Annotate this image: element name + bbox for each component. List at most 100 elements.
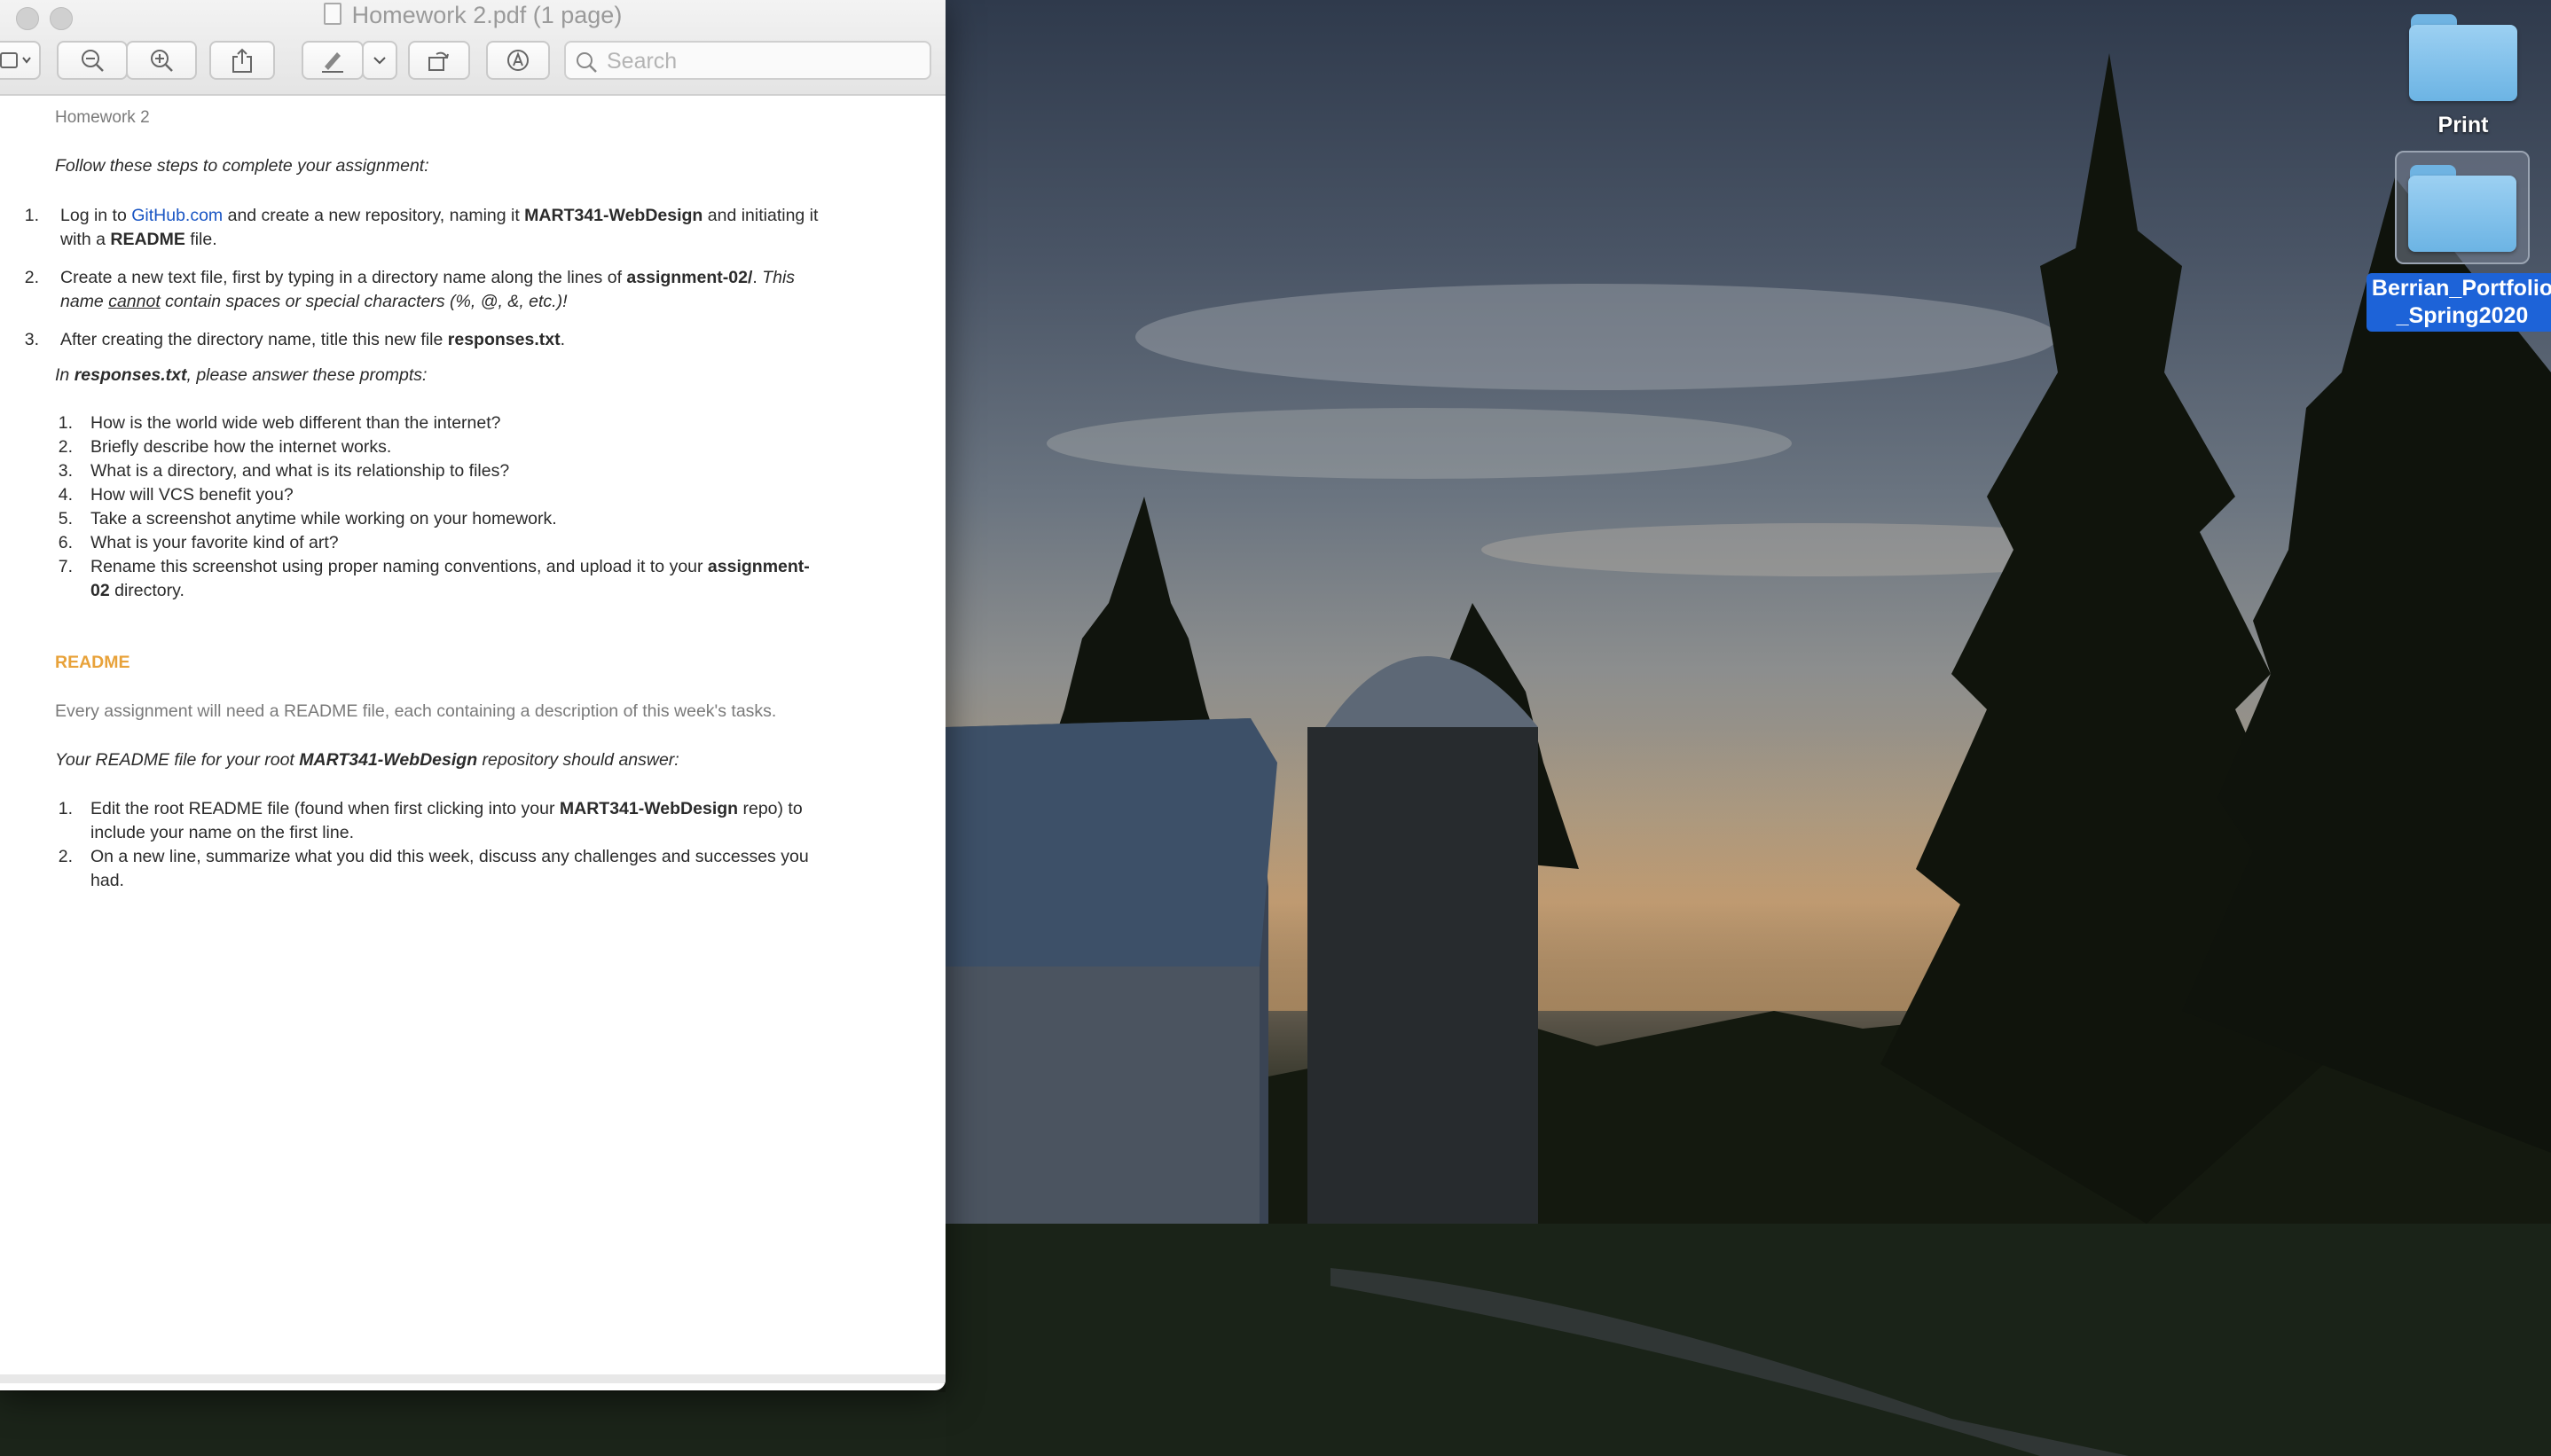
prompts-intro-text: In xyxy=(55,365,75,385)
prompt-number: 4. xyxy=(58,485,73,505)
prompt-number: 5. xyxy=(58,509,73,528)
step-number: 1. xyxy=(24,206,39,225)
share-button[interactable] xyxy=(209,41,275,80)
readme-item: On a new line, summarize what you did th… xyxy=(90,847,809,866)
step-2-line-1: Create a new text file, first by typing … xyxy=(60,268,795,288)
prompt-number: 6. xyxy=(58,533,73,552)
step-1-line-2: with a README file. xyxy=(60,230,217,250)
prompt-item: What is your favorite kind of art? xyxy=(90,533,339,552)
desktop-folder-label-line1: Berrian_Portfolio xyxy=(2371,276,2551,301)
preview-window: Homework 2.pdf (1 page) Search Homework … xyxy=(0,0,946,1390)
rotate-button[interactable] xyxy=(408,41,470,80)
step-number: 3. xyxy=(24,330,39,349)
prompt-text: Rename this screenshot using proper nami… xyxy=(90,557,708,576)
desktop-folder-print[interactable]: Print xyxy=(2397,11,2530,139)
github-link[interactable]: GitHub.com xyxy=(131,206,223,225)
step-text: with a xyxy=(60,230,111,249)
desktop-folder-label-line2: _Spring2020 xyxy=(2396,303,2529,328)
repo-name: MART341-WebDesign xyxy=(524,206,703,225)
readme-item-continued: had. xyxy=(90,871,124,890)
prompt-item-continued: 02 directory. xyxy=(90,581,184,601)
window-title: Homework 2.pdf (1 page) xyxy=(0,2,946,29)
underlined-word: cannot xyxy=(108,292,161,311)
search-field[interactable] xyxy=(564,41,931,80)
step-number: 2. xyxy=(24,268,39,287)
step-text: After creating the directory name, title… xyxy=(60,330,448,349)
desktop-folder-berrian-portfolio[interactable]: Berrian_Portfolio _Spring2020 xyxy=(2354,151,2551,332)
pdf-page: Homework 2 Follow these steps to complet… xyxy=(0,96,946,1383)
folder-selection-highlight xyxy=(2395,151,2530,264)
step-text: name xyxy=(60,292,109,311)
readme-heading: README xyxy=(55,653,130,672)
directory-name: 02 xyxy=(90,581,110,600)
search-input[interactable] xyxy=(605,46,919,76)
readme-bold: README xyxy=(110,230,185,249)
repo-name: MART341-WebDesign xyxy=(299,750,478,770)
prompt-item: What is a directory, and what is its rel… xyxy=(90,461,510,481)
step-text: contain spaces or special characters (%,… xyxy=(160,292,568,311)
file-name: responses.txt xyxy=(447,330,561,349)
pdf-document-icon xyxy=(323,3,341,25)
readme-item-text: Edit the root README file (found when fi… xyxy=(90,799,560,818)
pen-icon xyxy=(322,52,343,73)
document-header: Homework 2 xyxy=(55,108,150,127)
readme-item-continued: include your name on the first line. xyxy=(90,823,354,842)
prompt-number: 7. xyxy=(58,557,73,576)
prompt-text: directory. xyxy=(109,581,184,600)
prompt-number: 2. xyxy=(58,437,73,457)
search-icon xyxy=(577,52,597,73)
zoom-out-icon xyxy=(82,50,104,72)
zoom-out-button[interactable] xyxy=(57,41,128,80)
file-name: responses.txt xyxy=(74,365,187,385)
step-text: This xyxy=(762,268,796,287)
desktop-folder-label: Berrian_Portfolio _Spring2020 xyxy=(2366,273,2551,332)
window-toolbar: Homework 2.pdf (1 page) xyxy=(0,0,946,96)
step-text: file. xyxy=(184,230,217,249)
readme-item-number: 1. xyxy=(58,799,73,818)
folder-icon xyxy=(2405,161,2520,254)
readme-intro-text: repository should answer: xyxy=(477,750,679,770)
prompt-item: Briefly describe how the internet works. xyxy=(90,437,392,457)
zoom-in-button[interactable] xyxy=(126,41,197,80)
step-2-line-2: name cannot contain spaces or special ch… xyxy=(60,292,568,312)
markup-options-dropdown[interactable] xyxy=(362,41,397,80)
step-text: and create a new repository, naming it xyxy=(223,206,525,225)
prompt-number: 3. xyxy=(58,461,73,481)
step-3-line-1: After creating the directory name, title… xyxy=(60,330,565,350)
prompts-intro: In responses.txt, please answer these pr… xyxy=(55,365,427,386)
sidebar-view-button[interactable] xyxy=(0,41,41,80)
zoom-in-icon xyxy=(151,50,173,72)
document-intro: Follow these steps to complete your assi… xyxy=(55,156,429,176)
prompt-item: How is the world wide web different than… xyxy=(90,413,501,433)
readme-intro: Your README file for your root MART341-W… xyxy=(55,750,679,771)
window-title-text: Homework 2.pdf (1 page) xyxy=(351,2,623,28)
step-text: . xyxy=(560,330,566,349)
rotate-icon xyxy=(428,51,449,71)
step-1-line-1: Log in to GitHub.com and create a new re… xyxy=(60,206,818,226)
readme-description: Every assignment will need a README file… xyxy=(55,701,777,721)
step-text: Create a new text file, first by typing … xyxy=(60,268,627,287)
prompt-item: How will VCS benefit you? xyxy=(90,485,294,505)
prompt-item: Take a screenshot anytime while working … xyxy=(90,509,557,528)
directory-name: assignment-02/ xyxy=(626,268,753,287)
folder-icon xyxy=(2406,11,2521,103)
directory-name: assignment- xyxy=(707,557,810,576)
step-text: Log in to xyxy=(60,206,132,225)
readme-item: Edit the root README file (found when fi… xyxy=(90,799,803,819)
desktop-folder-label: Print xyxy=(2437,113,2489,137)
prompt-number: 1. xyxy=(58,413,73,433)
readme-intro-text: Your README file for your root xyxy=(55,750,300,770)
chevron-down-icon xyxy=(373,57,386,65)
annotate-icon xyxy=(507,50,529,71)
markup-pen-button[interactable] xyxy=(302,41,364,80)
markup-toolbar-button[interactable] xyxy=(486,41,550,80)
sidebar-toggle-icon xyxy=(0,52,31,68)
horizontal-scrollbar[interactable] xyxy=(0,1374,946,1383)
prompt-item: Rename this screenshot using proper nami… xyxy=(90,557,810,577)
prompts-intro-text: , please answer these prompts: xyxy=(186,365,428,385)
repo-name: MART341-WebDesign xyxy=(559,799,739,818)
step-text: and initiating it xyxy=(703,206,819,225)
readme-item-number: 2. xyxy=(58,847,73,866)
readme-item-text: repo) to xyxy=(738,799,803,818)
step-text: . xyxy=(752,268,763,287)
